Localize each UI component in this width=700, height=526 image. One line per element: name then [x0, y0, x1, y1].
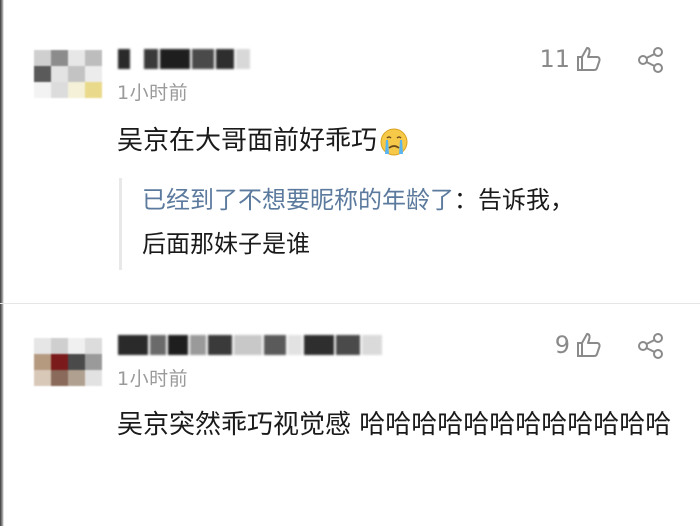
- reply-text: 告诉我，: [478, 186, 574, 214]
- comment-time: 1小时前: [117, 368, 189, 390]
- username-blurred[interactable]: [118, 44, 250, 74]
- reply-author-link[interactable]: 已经到了不想要昵称的年龄了: [142, 186, 454, 214]
- like-button[interactable]: 9: [555, 331, 602, 359]
- thumbs-up-icon: [577, 333, 601, 357]
- comment-item: 1小时前 11 吴京在大哥面前好乖巧 已经到了不想要昵称的年龄了：告诉我， 后面…: [0, 0, 700, 300]
- reply-separator: ：: [454, 186, 478, 214]
- comment-text: 吴京在大哥面前好乖巧: [117, 120, 409, 162]
- reply-line-1: 已经到了不想要昵称的年龄了：告诉我，: [142, 178, 659, 222]
- crying-face-emoji: [380, 128, 408, 155]
- share-icon[interactable]: [636, 45, 666, 75]
- thumbs-up-icon: [577, 47, 601, 71]
- like-button[interactable]: 11: [539, 45, 602, 73]
- avatar[interactable]: [34, 50, 102, 98]
- comment-item: 1小时前 9 吴京突然乖巧视觉感 哈哈哈哈哈哈哈哈哈哈哈哈: [0, 308, 700, 526]
- divider: [0, 303, 700, 304]
- like-count: 9: [554, 331, 570, 359]
- comment-text: 吴京突然乖巧视觉感 哈哈哈哈哈哈哈哈哈哈哈哈: [117, 410, 672, 440]
- reply-preview[interactable]: 已经到了不想要昵称的年龄了：告诉我， 后面那妹子是谁: [119, 178, 659, 270]
- username-blurred[interactable]: [118, 330, 382, 360]
- like-count: 11: [539, 45, 570, 73]
- comment-time: 1小时前: [117, 82, 189, 104]
- avatar[interactable]: [34, 338, 102, 386]
- comment-body: 吴京在大哥面前好乖巧: [117, 126, 378, 156]
- reply-line-2: 后面那妹子是谁: [142, 230, 310, 258]
- share-icon[interactable]: [636, 331, 666, 361]
